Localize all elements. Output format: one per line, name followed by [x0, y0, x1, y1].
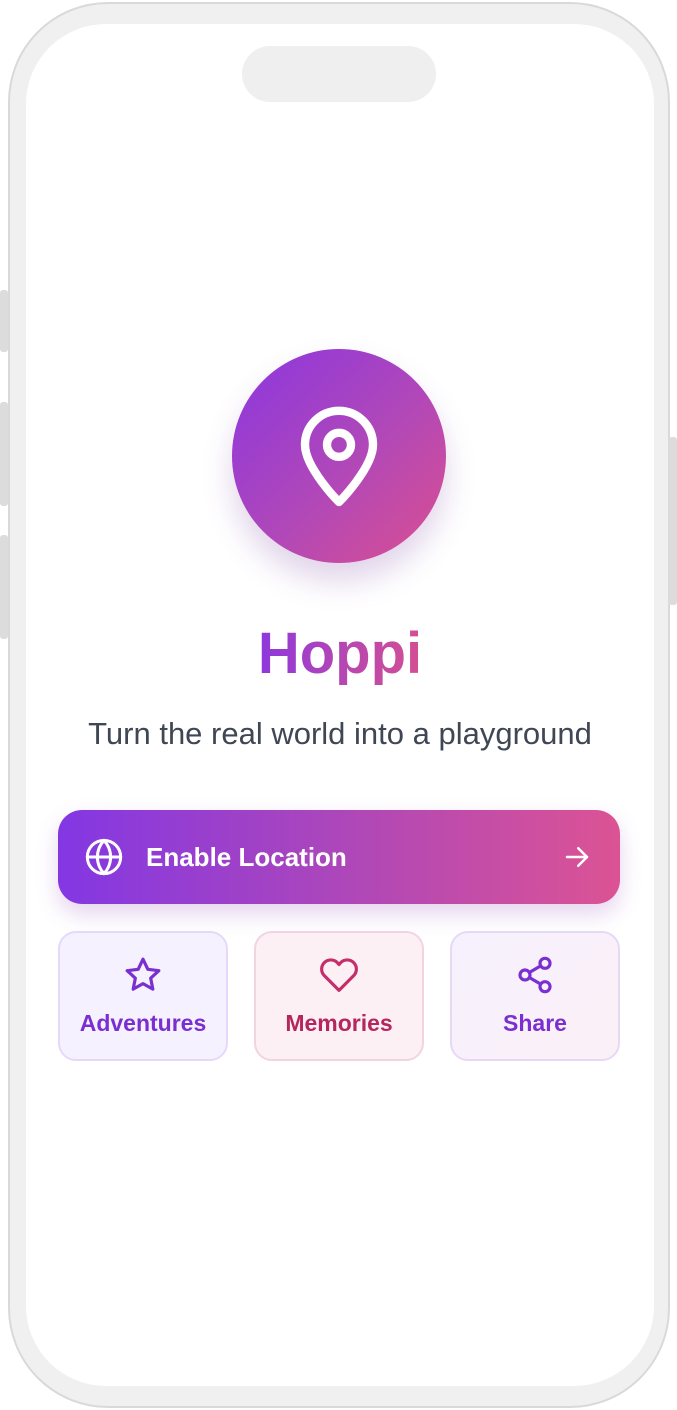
app-tagline: Turn the real world into a playground: [88, 716, 592, 751]
phone-screen: Hoppi Turn the real world into a playgro…: [26, 24, 654, 1386]
quick-actions: Adventures Memories Share: [58, 931, 620, 1061]
memories-label: Memories: [285, 1010, 393, 1036]
globe-icon: [85, 838, 123, 876]
phone-side-button-right: [669, 437, 677, 605]
phone-side-button-left-3: [0, 535, 8, 639]
share-label: Share: [503, 1010, 567, 1036]
heart-icon: [320, 958, 358, 992]
phone-side-button-left-1: [0, 290, 8, 352]
map-pin-icon: [300, 406, 378, 507]
memories-tile[interactable]: Memories: [254, 931, 424, 1061]
share-icon: [518, 956, 552, 994]
app-title: Hoppi: [258, 618, 422, 690]
enable-location-label: Enable Location: [146, 841, 347, 872]
share-tile[interactable]: Share: [450, 931, 620, 1061]
phone-side-button-left-2: [0, 402, 8, 506]
adventures-tile[interactable]: Adventures: [58, 931, 228, 1061]
adventures-label: Adventures: [79, 1010, 207, 1036]
star-icon: [125, 957, 161, 991]
app-title-container: Hoppi: [26, 618, 654, 690]
dynamic-island: [242, 46, 436, 102]
enable-location-button[interactable]: Enable Location: [58, 810, 620, 904]
arrow-right-icon: [565, 847, 589, 867]
app-logo: [232, 349, 446, 563]
